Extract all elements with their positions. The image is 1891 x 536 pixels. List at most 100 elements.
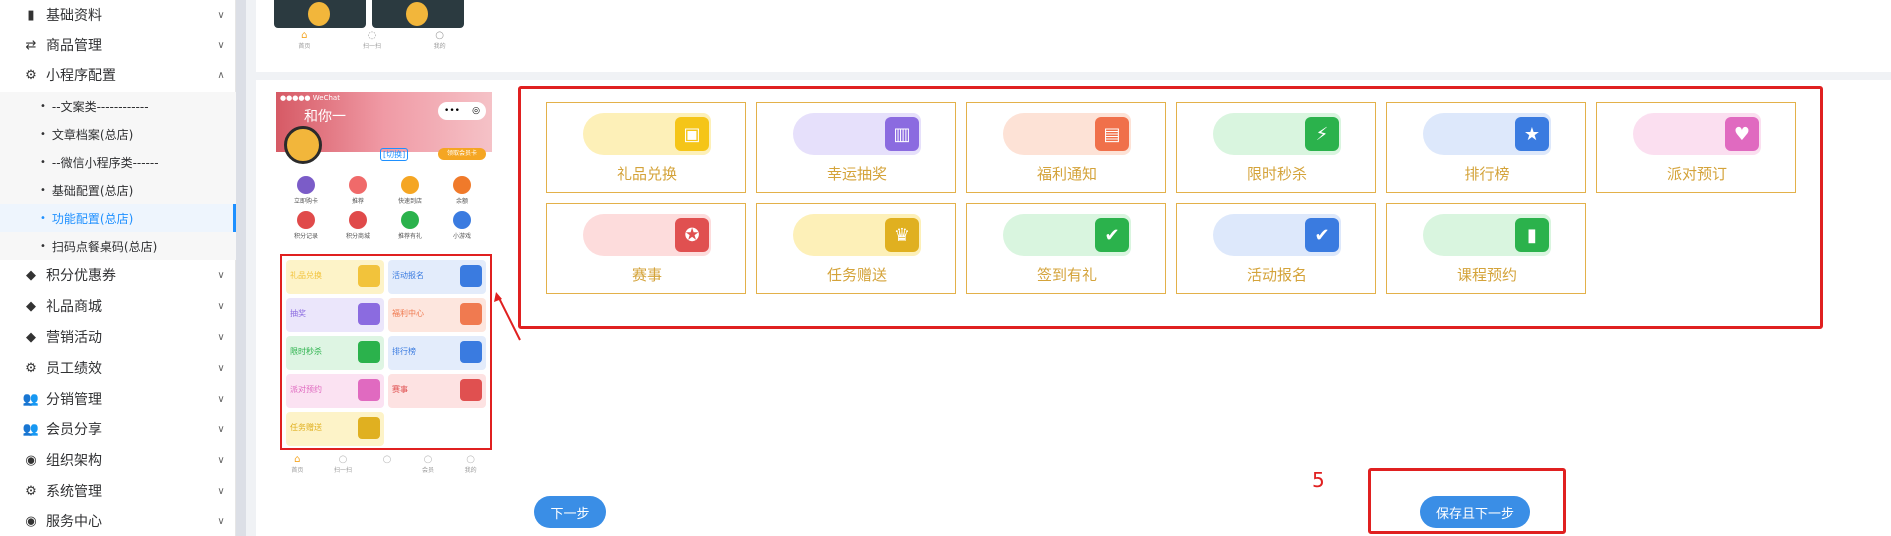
feature-tile[interactable]: ✔ 活动报名 [1176,203,1376,294]
feature-tile[interactable]: ★ 排行榜 [1386,102,1586,193]
tag-icon: ◆ [26,267,36,283]
shortcut-label: 积分商城 [345,233,370,240]
tab-mine: ○ 我的 [434,30,446,56]
sidebar-subitem-label: --微信小程序类------ [51,155,159,170]
phone-feature-cards: 礼品兑换 活动报名 抽奖 福利中心 限时秒杀 排行榜 派对预约 赛事 任务赠送 [280,254,492,450]
chevron-down-icon: ∨ [217,423,225,435]
tab-icon: ○ [382,454,392,465]
shortcut-label: 立即购卡 [293,198,318,205]
feature-tile[interactable]: ▣ 礼品兑换 [546,102,746,193]
sidebar-subitem-function-config[interactable]: • 功能配置(总店) [0,204,236,232]
sidebar-item-basic-data[interactable]: ▮ 基础资料 ∨ [0,0,236,30]
next-step-button[interactable]: 下一步 [534,496,606,528]
sidebar-item-points-coupons[interactable]: ◆ 积分优惠券 ∨ [0,260,236,290]
card-label: 活动报名 [392,271,424,280]
phone-tab: ○ 会员 [422,454,434,478]
main-content: ⌂ 首页 ◌ 扫一扫 ○ 我的 ●●●●● WeChat 和你一 ••• ◎ [切换] … [246,0,1891,536]
miniprogram-capsule[interactable]: ••• ◎ [438,102,486,120]
sidebar-subitem-wechat-category[interactable]: • --微信小程序类------ [0,148,236,176]
shortcut-label: 余额 [455,198,468,205]
save-and-next-button[interactable]: 保存且下一步 [1420,496,1530,528]
chevron-down-icon: ∨ [217,515,225,527]
chevron-down-icon: ∨ [217,454,225,466]
shortcut-label: 积分记录 [293,233,318,240]
sidebar-item-staff-performance[interactable]: ⚙ 员工绩效 ∨ [0,353,236,383]
bullet-icon: • [40,128,46,140]
chevron-down-icon: ∨ [217,362,225,374]
phone-shortcut: 余额 [436,176,488,205]
sidebar-subitem-table-qr[interactable]: • 扫码点餐桌码(总店) [0,232,236,260]
feature-icon: ♥ [1725,117,1759,151]
bullet-icon: • [40,156,46,168]
feature-tile[interactable]: ▮ 课程预约 [1386,203,1586,294]
card-label: 赛事 [392,385,408,394]
target-icon: ◉ [25,452,37,468]
chevron-down-icon: ∨ [217,485,225,497]
feature-tile[interactable]: ♛ 任务赠送 [756,203,956,294]
feature-tile[interactable]: ⚡ 限时秒杀 [1176,102,1376,193]
feature-icon: ▣ [675,117,709,151]
card-icon [460,341,482,363]
feature-tile[interactable]: ▤ 福利通知 [966,102,1166,193]
member-card-button[interactable]: 领取会员卡 [438,148,486,160]
tab-label: 首页 [298,43,311,50]
chevron-down-icon: ∨ [217,331,225,343]
tab-icon: ○ [466,454,476,465]
chevron-down-icon: ∨ [217,9,225,21]
chevron-down-icon: ∨ [217,300,225,312]
sidebar-item-distribution[interactable]: 👥 分销管理 ∨ [0,384,236,414]
feature-label: 限时秒杀 [1246,165,1307,183]
feature-tile[interactable]: ✔ 签到有礼 [966,203,1166,294]
sidebar-item-label: 分销管理 [46,392,102,408]
sidebar-item-marketing[interactable]: ◆ 营销活动 ∨ [0,322,236,352]
phone-feature-card: 派对预约 [286,374,384,408]
close-icon: ◎ [472,106,480,116]
sidebar-subitem-label: 扫码点餐桌码(总店) [51,239,158,254]
step-number: 5 [1312,468,1325,492]
feature-icon: ⚡ [1305,117,1339,151]
shortcut-label: 推荐 [351,198,364,205]
phone-shortcut: 推荐 [332,176,384,205]
user-icon: ○ [435,30,444,41]
feature-tile[interactable]: ▥ 幸运抽奖 [756,102,956,193]
phone-feature-card: 排行榜 [388,336,486,370]
shortcut-icon [297,211,315,229]
sidebar-item-products[interactable]: ⇄ 商品管理 ∨ [0,30,236,60]
gear-icon: ⚙ [25,483,37,499]
sidebar: ▮ 基础资料 ∨ ⇄ 商品管理 ∨ ⚙ 小程序配置 ∧ • --文案类-----… [0,0,236,536]
sidebar-scrollbar[interactable] [236,0,246,536]
tab-icon: ○ [338,454,348,465]
sidebar-subitem-articles[interactable]: • 文章档案(总店) [0,120,236,148]
sidebar-item-label: 会员分享 [46,422,102,438]
sidebar-item-service-center[interactable]: ◉ 服务中心 ∨ [0,506,236,536]
card-label: 抽奖 [290,309,306,318]
sidebar-subitem-copy-category[interactable]: • --文案类------------ [0,92,236,120]
shortcut-label: 快速到店 [397,198,422,205]
sidebar-subitem-label: 基础配置(总店) [51,183,134,198]
sidebar-item-system[interactable]: ⚙ 系统管理 ∨ [0,476,236,506]
sidebar-item-label: 基础资料 [46,8,102,24]
sidebar-subitem-basic-config[interactable]: • 基础配置(总店) [0,176,236,204]
shortcut-label: 小游戏 [452,233,471,240]
feature-tile[interactable]: ✪ 赛事 [546,203,746,294]
sidebar-item-member-share[interactable]: 👥 会员分享 ∨ [0,414,236,444]
feature-label: 课程预约 [1456,266,1517,284]
feature-label: 派对预订 [1666,165,1727,183]
gear-icon: ⚙ [25,360,37,376]
tag-icon: ◆ [26,298,36,314]
avatar [284,126,322,164]
feature-icon: ★ [1515,117,1549,151]
switch-tag[interactable]: [切换] [380,148,409,161]
phone-shortcut: 推荐有礼 [384,211,436,240]
sidebar-item-gift-mall[interactable]: ◆ 礼品商城 ∨ [0,291,236,321]
sidebar-item-miniprogram[interactable]: ⚙ 小程序配置 ∧ [0,60,236,90]
feature-tile[interactable]: ♥ 派对预订 [1596,102,1796,193]
phone-feature-card: 限时秒杀 [286,336,384,370]
feature-icon: ♛ [885,218,919,252]
sidebar-item-organization[interactable]: ◉ 组织架构 ∨ [0,445,236,475]
shortcut-icon [401,176,419,194]
tab-label: 扫一扫 [362,43,381,50]
bullet-icon: • [40,184,46,196]
feature-label: 活动报名 [1246,266,1307,284]
preview-thumbnail [372,0,464,28]
